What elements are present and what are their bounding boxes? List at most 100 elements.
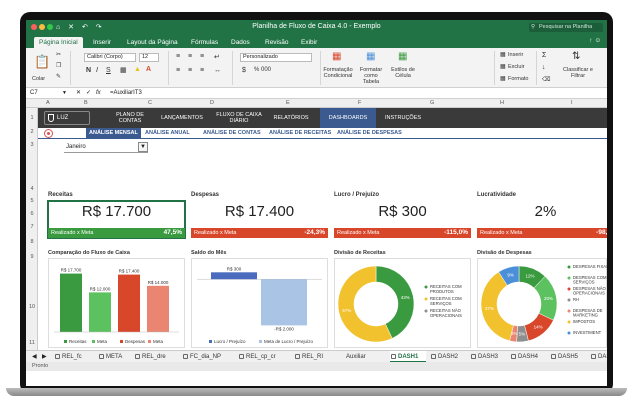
column-header-D[interactable]: D <box>210 100 214 106</box>
row-header-1[interactable]: 1 <box>26 115 38 121</box>
row-header-9[interactable]: 9 <box>26 254 38 260</box>
align-right-icon[interactable]: ≡ <box>200 53 204 60</box>
format-painter-icon[interactable]: ✎ <box>56 73 61 80</box>
nav-item-5[interactable]: INSTRUÇÕES <box>380 108 426 128</box>
tab-0[interactable]: Página Inicial <box>34 37 83 48</box>
nav-item-4[interactable]: DASHBOARDS <box>320 108 376 128</box>
paste-button-label[interactable]: Colar <box>32 76 45 82</box>
tab-5[interactable]: Revisão <box>260 37 293 48</box>
row-header-4[interactable]: 4 <box>26 186 38 192</box>
confirm-formula-icon[interactable]: ✓ <box>86 88 91 98</box>
function-icon[interactable]: fx <box>96 88 101 98</box>
underline-button[interactable]: S <box>106 67 111 74</box>
chart-despesas[interactable]: Divisão de Despesas 12% 20% 14% 5% 3% 37% 9% DE… <box>477 250 607 348</box>
valign-middle-icon[interactable]: ≡ <box>188 67 192 74</box>
column-header-C[interactable]: C <box>148 100 152 106</box>
bold-button[interactable]: N <box>86 67 91 74</box>
record-icon[interactable] <box>44 129 53 138</box>
nav-item-3[interactable]: RELATÓRIOS <box>268 108 314 128</box>
font-size-select[interactable]: 12 <box>139 53 159 62</box>
copy-icon[interactable]: ❐ <box>56 62 61 69</box>
wrap-text-icon[interactable]: ↵ <box>214 53 220 61</box>
format-cells-label[interactable]: Formato <box>508 76 528 82</box>
cancel-formula-icon[interactable]: ✕ <box>76 88 81 98</box>
column-header-H[interactable]: H <box>500 100 504 106</box>
format-table-label[interactable]: Formatar como Tabela <box>356 67 386 85</box>
search-field[interactable]: ⚲ Pesquisar na Planilha <box>529 23 603 32</box>
name-box-dropdown-icon[interactable]: ▼ <box>62 88 67 98</box>
subnav-item-4[interactable]: ANÁLISE DE DESPESAS <box>334 128 405 139</box>
next-sheet-icon[interactable]: ▶ <box>42 353 47 360</box>
tab-3[interactable]: Fórmulas <box>186 37 223 48</box>
sort-filter-label[interactable]: Classificar e Filtrar <box>560 67 596 79</box>
autosum-icon[interactable]: Σ <box>542 52 546 59</box>
sort-filter-icon[interactable]: ⇅ <box>572 51 580 62</box>
row-header-8[interactable]: 8 <box>26 239 38 245</box>
kpi-card[interactable]: Lucro / Prejuízo R$ 300 Realizado x Meta -1… <box>334 192 471 243</box>
cut-icon[interactable]: ✂ <box>56 51 61 58</box>
fill-color-icon[interactable]: ▲ <box>134 66 141 73</box>
column-header-B[interactable]: B <box>84 100 88 106</box>
tab-6[interactable]: Exibir <box>296 37 322 48</box>
row-header-7[interactable]: 7 <box>26 224 38 230</box>
kpi-card[interactable]: Receitas R$ 17.700 Realizado x Meta 47,5% <box>47 192 186 243</box>
column-header-G[interactable]: G <box>430 100 434 106</box>
insert-cells-label[interactable]: Inserir <box>508 52 523 58</box>
insert-cells-icon[interactable]: ▦ <box>500 51 506 58</box>
row-header-10[interactable]: 10 <box>26 304 38 310</box>
fill-icon[interactable]: ↓ <box>542 64 546 71</box>
valign-top-icon[interactable]: ≡ <box>176 67 180 74</box>
delete-cells-label[interactable]: Excluir <box>508 64 525 70</box>
paste-icon[interactable]: 📋 <box>34 54 50 70</box>
cell-styles-label[interactable]: Estilos de Célula <box>390 67 416 79</box>
kpi-card[interactable]: Lucratividade 2% Realizado x Meta -98,5 <box>477 192 607 243</box>
month-select[interactable]: Janeiro ▼ <box>64 142 148 153</box>
column-header-I[interactable]: I <box>571 100 573 106</box>
currency-format-icon[interactable]: $ <box>242 67 246 74</box>
italic-button[interactable]: I <box>96 67 98 74</box>
subnav-item-0[interactable]: ANÁLISE MENSAL <box>86 128 141 139</box>
column-header-F[interactable]: F <box>358 100 361 106</box>
tab-2[interactable]: Layout da Página <box>122 37 183 48</box>
subnav-item-3[interactable]: ANÁLISE DE RECEITAS <box>266 128 334 139</box>
merge-cells-icon[interactable]: ↔ <box>214 67 221 74</box>
chart-saldo[interactable]: Saldo do Mês R$ 300 -R$ 2.000 Lucro / Prej… <box>191 250 328 348</box>
nav-item-1[interactable]: LANÇAMENTOS <box>154 108 210 128</box>
chevron-down-icon[interactable]: ▼ <box>138 142 148 152</box>
format-cells-icon[interactable]: ▦ <box>500 75 506 82</box>
font-color-icon[interactable]: A <box>146 66 151 73</box>
chart-comparacao[interactable]: Comparação do Fluxo de Caixa R$ 17.700 R$… <box>48 250 185 348</box>
row-header-6[interactable]: 6 <box>26 211 38 217</box>
conditional-format-icon[interactable]: ▦ <box>332 51 341 62</box>
prev-sheet-icon[interactable]: ◀ <box>32 353 37 360</box>
row-header-11[interactable]: 11 <box>26 340 38 346</box>
cell-styles-icon[interactable]: ▦ <box>398 51 407 62</box>
row-header-2[interactable]: 2 <box>26 129 38 135</box>
valign-bottom-icon[interactable]: ≡ <box>200 67 204 74</box>
conditional-format-label[interactable]: Formatação Condicional <box>320 67 356 79</box>
clear-icon[interactable]: ⌫ <box>542 76 550 83</box>
chart-receitas[interactable]: Divisão de Receitas 43% 57% RECEITAS COM PR… <box>334 250 471 348</box>
font-name-select[interactable]: Calibri (Corpo) <box>84 53 136 62</box>
delete-cells-icon[interactable]: ▦ <box>500 63 506 70</box>
tab-1[interactable]: Inserir <box>88 37 116 48</box>
number-symbols[interactable]: % 000 <box>254 67 271 73</box>
subnav-item-1[interactable]: ANÁLISE ANUAL <box>142 128 193 139</box>
subnav-item-2[interactable]: ANÁLISE DE CONTAS <box>200 128 264 139</box>
number-format-select[interactable]: Personalizado <box>240 53 312 62</box>
row-header-5[interactable]: 5 <box>26 198 38 204</box>
row-header-3[interactable]: 3 <box>26 142 38 148</box>
share-icon[interactable]: ↑ ☺ <box>589 37 601 44</box>
nav-item-2[interactable]: FLUXO DE CAIXA DIÁRIO <box>214 108 264 128</box>
nav-item-0[interactable]: PLANO DE CONTAS <box>110 108 150 128</box>
align-left-icon[interactable]: ≡ <box>176 53 180 60</box>
align-center-icon[interactable]: ≡ <box>188 53 192 60</box>
tab-4[interactable]: Dados <box>226 37 255 48</box>
name-box[interactable]: C7 <box>30 88 38 98</box>
column-header-E[interactable]: E <box>286 100 290 106</box>
column-header-A[interactable]: A <box>46 100 50 106</box>
kpi-card[interactable]: Despesas R$ 17.400 Realizado x Meta -24,3% <box>191 192 328 243</box>
formula-input[interactable]: =AuxiliarIT3 <box>110 88 142 98</box>
format-table-icon[interactable]: ▦ <box>366 51 375 62</box>
borders-icon[interactable]: ▦ <box>120 66 127 74</box>
